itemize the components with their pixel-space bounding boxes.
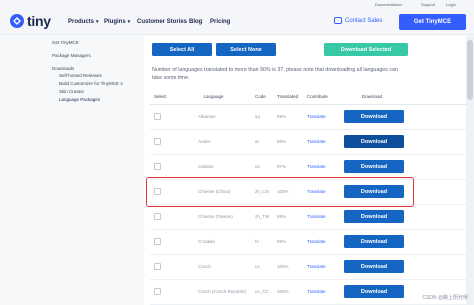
download-button[interactable]: Download xyxy=(344,210,404,223)
row-checkbox[interactable] xyxy=(154,212,161,220)
code-cell: cs_CZ xyxy=(251,279,273,305)
nav-plugins[interactable]: Plugins ▾ xyxy=(104,19,130,25)
sidebar-item-downloads[interactable]: Downloads xyxy=(52,66,74,71)
scrollbar-thumb[interactable] xyxy=(467,40,473,100)
code-cell: sq xyxy=(251,104,273,130)
highlight-box xyxy=(146,177,414,207)
table-row: Arabic ar 99% Translate Download xyxy=(150,129,470,155)
header-translated: Translated xyxy=(273,90,303,105)
row-checkbox[interactable] xyxy=(154,137,161,145)
row-checkbox[interactable] xyxy=(154,262,161,270)
translated-cell: 100% xyxy=(273,254,303,280)
table-row: Croatian hr 99% Translate Download xyxy=(150,229,470,255)
translated-cell: 99% xyxy=(273,129,303,155)
table-row: Albanian sq 99% Translate Download xyxy=(150,104,470,130)
row-checkbox[interactable] xyxy=(154,287,161,295)
download-button[interactable]: Download xyxy=(344,285,404,298)
tiny-logo-icon xyxy=(10,14,24,28)
translated-cell: 97% xyxy=(273,154,303,180)
download-button[interactable]: Download xyxy=(344,160,404,173)
download-button[interactable]: Download xyxy=(344,260,404,273)
nav-plugins-label: Plugins xyxy=(104,19,126,25)
site-header: tiny Products ▾ Plugins ▾ Customer Stori… xyxy=(0,9,474,35)
table-row: Catalan ca 97% Translate Download xyxy=(150,154,470,180)
language-cell: Croatian xyxy=(172,229,251,255)
sidebar-item-skin-creator[interactable]: Skin Creator xyxy=(59,89,84,94)
translate-link[interactable]: Translate xyxy=(303,129,340,155)
chevron-down-icon: ▾ xyxy=(96,19,99,25)
code-cell: hr xyxy=(251,229,273,255)
contact-sales-label: Contact Sales xyxy=(345,17,383,24)
nav-products[interactable]: Products ▾ xyxy=(68,19,99,25)
nav-customer-stories-label: Customer Stories xyxy=(137,19,188,25)
select-all-button[interactable]: Select All xyxy=(152,43,212,56)
sidebar: Get TinyMCE Package Managers Downloads S… xyxy=(0,36,144,305)
language-cell: Arabic xyxy=(172,129,251,155)
nav-customer-stories[interactable]: Customer Stories xyxy=(137,19,187,25)
language-cell: Catalan xyxy=(172,154,251,180)
translate-link[interactable]: Translate xyxy=(303,154,340,180)
logo-text: tiny xyxy=(27,13,51,29)
table-row: Czech cs 100% Translate Download xyxy=(150,254,470,280)
sidebar-item-self-hosted[interactable]: Self-hosted Releases xyxy=(59,73,102,78)
utility-bar: Documentation Support Login xyxy=(0,0,474,9)
sidebar-item-get-tinymce[interactable]: Get TinyMCE xyxy=(52,40,79,45)
translate-link[interactable]: Translate xyxy=(303,229,340,255)
documentation-link[interactable]: Documentation xyxy=(375,2,402,7)
language-cell: Czech (Czech Republic) xyxy=(172,279,251,305)
translated-cell: 100% xyxy=(273,279,303,305)
header-language: Language xyxy=(172,90,251,105)
code-cell: cs xyxy=(251,254,273,280)
download-button[interactable]: Download xyxy=(344,110,404,123)
select-none-button[interactable]: Select None xyxy=(216,43,276,56)
sidebar-item-build-customizer[interactable]: Build Customizer for TinyMCE 4 xyxy=(59,81,123,86)
chat-icon xyxy=(334,17,342,24)
support-link[interactable]: Support xyxy=(421,2,435,7)
translated-cell: 99% xyxy=(273,104,303,130)
download-button[interactable]: Download xyxy=(344,235,404,248)
code-cell: zh_TW xyxy=(251,204,273,230)
code-cell: ca xyxy=(251,154,273,180)
table-row: Chinese (Taiwan) zh_TW 99% Translate Dow… xyxy=(150,204,470,230)
table-header-row: Select Language Code Translated Contribu… xyxy=(150,90,470,105)
translate-link[interactable]: Translate xyxy=(303,279,340,305)
translated-cell: 99% xyxy=(273,204,303,230)
sidebar-item-language-packages[interactable]: Language Packages xyxy=(59,97,100,102)
nav-blog[interactable]: Blog xyxy=(189,19,202,25)
header-contribute: Contribute xyxy=(303,90,340,105)
code-cell: ar xyxy=(251,129,273,155)
tiny-logo[interactable]: tiny xyxy=(10,13,51,29)
watermark: CSDN @路上阳光呀 xyxy=(422,295,468,301)
translate-link[interactable]: Translate xyxy=(303,254,340,280)
contact-sales-link[interactable]: Contact Sales xyxy=(334,17,382,24)
translate-link[interactable]: Translate xyxy=(303,104,340,130)
nav-pricing[interactable]: Pricing xyxy=(210,19,230,25)
language-cell: Chinese (Taiwan) xyxy=(172,204,251,230)
login-link[interactable]: Login xyxy=(446,2,456,7)
row-checkbox[interactable] xyxy=(154,237,161,245)
translate-link[interactable]: Translate xyxy=(303,204,340,230)
translated-cell: 99% xyxy=(273,229,303,255)
chevron-down-icon: ▾ xyxy=(127,19,131,25)
nav-blog-label: Blog xyxy=(189,19,203,25)
download-selected-button[interactable]: Download Selected xyxy=(324,43,408,56)
sidebar-item-package-managers[interactable]: Package Managers xyxy=(52,53,91,58)
header-select: Select xyxy=(150,90,172,105)
nav-pricing-label: Pricing xyxy=(210,19,231,25)
header-download: Download xyxy=(340,90,470,105)
language-cell: Czech xyxy=(172,254,251,280)
languages-note: Number of languages translated to more t… xyxy=(152,67,398,81)
get-tinymce-button[interactable]: Get TinyMCE xyxy=(399,14,466,30)
nav-products-label: Products xyxy=(68,19,95,25)
header-code: Code xyxy=(251,90,273,105)
row-checkbox[interactable] xyxy=(154,112,161,120)
language-cell: Albanian xyxy=(172,104,251,130)
download-button[interactable]: Download xyxy=(344,135,404,148)
row-checkbox[interactable] xyxy=(154,162,161,170)
